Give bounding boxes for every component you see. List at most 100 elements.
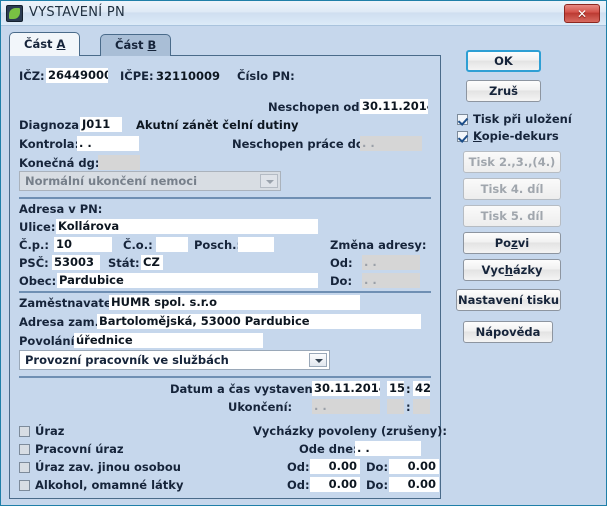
checkbox-pracovni-uraz-box[interactable] [19,443,30,455]
psc-input[interactable]: 53003 [52,255,100,270]
diagnoza-code[interactable]: J011 [80,117,122,132]
checkbox-tisk-pri-ulozeni[interactable]: Tisk při uložení [457,112,572,126]
vychazky-title: Vycházky povoleny (zrušeny): [253,424,447,438]
window-title: VYSTAVENÍ PN [29,5,126,20]
divider-1 [19,197,431,199]
obec-label: Obec: [19,274,57,288]
neschopen-od-value[interactable]: 30.11.2014 [360,99,428,114]
ukonceni-hour-value [387,399,404,414]
ode-dne-value[interactable]: . . [355,441,421,456]
pozvi-button-label: Pozvi [494,236,530,250]
zmena-do-value: . . [362,273,420,288]
tab-cast-b[interactable]: Část B [100,34,172,56]
ulice-input[interactable]: Kollárova [56,219,318,234]
vychazky-row2-do-label: Do: [366,478,389,492]
nastaveni-tisku-button[interactable]: Nastavení tisku [456,289,561,311]
posch-input[interactable] [238,237,274,252]
datum-cas-label: Datum a čas vystavení: [170,382,322,396]
napoveda-button[interactable]: Nápověda [463,321,553,343]
leaf-icon [6,5,23,22]
ukonceni-nemoci-select: Normální ukončení nemoci [19,171,281,191]
tab-cast-a[interactable]: Část A [9,32,81,56]
zmena-adresy-label: Změna adresy: [330,238,427,252]
vychazky-button-label: Vycházky [481,263,543,277]
povolani-input[interactable]: úřednice [74,333,263,348]
checkbox-uraz-box[interactable] [19,425,30,437]
vychazky-row2-od-value[interactable]: 0.00 [310,477,360,492]
cp-label: Č.p.: [19,238,50,252]
checkbox-alkohol-label: Alkohol, omamné látky [35,478,184,492]
obec-input[interactable]: Pardubice [57,273,318,288]
napoveda-button-label: Nápověda [475,325,541,339]
povolani-select-value: Provozní pracovník ve službách [25,353,229,367]
ukonceni-min-value [413,399,430,414]
ulice-label: Ulice: [19,220,56,234]
posch-label: Posch.: [194,238,242,252]
vychazky-button[interactable]: Vycházky [463,259,561,281]
cancel-button[interactable]: Zruš [466,80,541,102]
checkbox-tisk-pri-ulozeni-box[interactable] [457,113,468,125]
icz-label: IČZ: [19,69,45,83]
vychazky-row2-do-value[interactable]: 0.00 [389,477,439,492]
print-5-button: Tisk 5. díl [463,205,561,227]
close-button[interactable]: ✕ [564,4,600,23]
neschopen-od-label: Neschopen od: [268,100,365,114]
checkbox-uraz-jinou-osobou-box[interactable] [19,461,30,473]
checkbox-kopie-dekurs[interactable]: Kopie-dekurs [457,129,559,143]
pozvi-button[interactable]: Pozvi [463,232,561,254]
vychazky-row1-od-value[interactable]: 0.00 [310,459,360,474]
stat-input[interactable]: CZ [141,255,163,270]
close-icon: ✕ [576,6,588,21]
cislo-pn-label: Číslo PN: [237,69,295,83]
print-4-button: Tisk 4. díl [463,178,561,200]
icpe-label: IČPE: [120,69,154,83]
kontrola-label: Kontrola: [19,137,80,151]
zmena-od-value: . . [362,255,420,270]
konecna-dg-label: Konečná dg: [19,156,100,170]
cas-hour-value[interactable]: 15 [387,381,404,396]
neschopen-prace-do-label: Neschopen práce do: [232,137,369,151]
datum-vystaveni-value[interactable]: 30.11.2014 [312,381,380,396]
zmena-do-label: Do: [330,274,353,288]
ok-button[interactable]: OK [466,50,541,72]
diagnoza-text: Akutní zánět čelní dutiny [136,118,299,132]
icpe-value: 32110009 [156,69,221,83]
adresa-zam-input[interactable]: Bartolomějská, 53000 Pardubice [97,314,421,329]
checkbox-uraz-jinou-osobou-label: Úraz zav. jinou osobou [35,460,181,474]
vychazky-row1-do-label: Do: [366,460,389,474]
zmena-od-label: Od: [330,256,353,270]
cas-separator: : [406,382,411,396]
checkbox-alkohol-box[interactable] [19,479,30,491]
vychazky-row1-do-value[interactable]: 0.00 [389,459,439,474]
nastaveni-tisku-button-label: Nastavení tisku [457,293,560,307]
zamestnavatel-input[interactable]: HUMR spol. s.r.o [109,295,360,310]
chevron-down-icon[interactable] [309,353,327,367]
cp-input[interactable]: 10 [54,237,112,252]
divider-2 [19,291,431,293]
kontrola-value[interactable]: . . [77,136,139,151]
checkbox-kopie-dekurs-box[interactable] [457,130,468,142]
checkbox-uraz[interactable]: Úraz [19,424,64,438]
checkbox-pracovni-uraz[interactable]: Pracovní úraz [19,442,124,456]
adresa-section-label: Adresa v PN: [19,202,103,216]
cas-min-value[interactable]: 42 [413,381,430,396]
stat-label: Stát: [108,256,140,270]
checkbox-kopie-dekurs-label: Kopie-dekurs [473,129,559,143]
vychazky-row1-od-label: Od: [287,460,310,474]
vychazky-row2-od-label: Od: [287,478,310,492]
tab-cast-a-label: Část A [24,37,66,51]
povolani-label: Povolání: [19,334,80,348]
checkbox-alkohol[interactable]: Alkohol, omamné látky [19,478,183,492]
print-234-button: Tisk 2.,3.,(4.) [463,151,561,173]
icz-value[interactable]: 26449000 [46,68,108,83]
vystaveni-pn-dialog: VYSTAVENÍ PN ✕ Část A Část B IČZ: 264490… [0,0,607,506]
zamestnavatel-label: Zaměstnavatel: [19,296,121,310]
ok-button-label: OK [494,54,513,68]
co-input[interactable] [156,237,188,252]
povolani-select[interactable]: Provozní pracovník ve službách [19,350,330,370]
chevron-down-icon [260,174,278,188]
checkbox-tisk-pri-ulozeni-label: Tisk při uložení [473,112,572,126]
co-label: Č.o.: [123,238,153,252]
cancel-button-label: Zruš [488,84,519,98]
checkbox-uraz-jinou-osobou[interactable]: Úraz zav. jinou osobou [19,460,181,474]
